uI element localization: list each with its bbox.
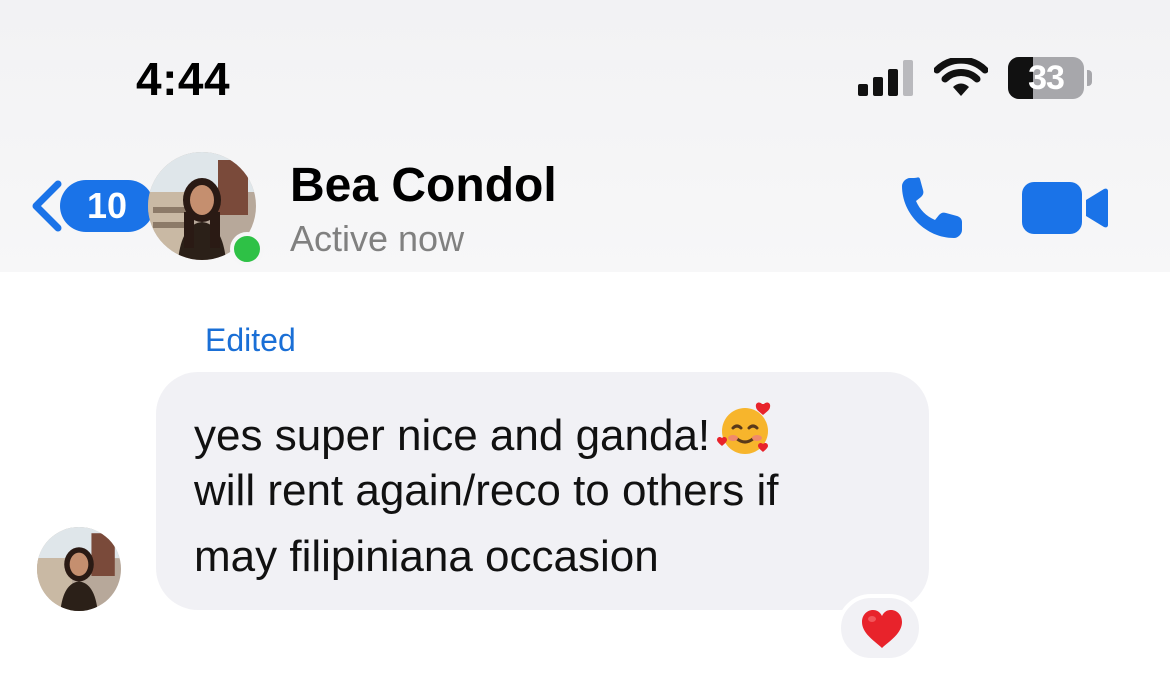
status-time: 4:44 xyxy=(136,53,231,105)
message-line-1-text: yes super nice and ganda! xyxy=(194,411,711,460)
battery-icon: 33 xyxy=(1008,57,1094,99)
sender-avatar[interactable] xyxy=(37,527,121,611)
online-status-dot xyxy=(230,232,264,266)
signal-icon xyxy=(858,60,913,96)
contact-status: Active now xyxy=(290,218,465,259)
message-bubble[interactable]: yes super nice and ganda! will rent agai… xyxy=(156,372,929,610)
edited-label: Edited xyxy=(205,322,296,358)
unread-count-badge: 10 xyxy=(60,180,154,232)
contact-avatar-button[interactable] xyxy=(148,152,264,266)
reaction-pill[interactable] xyxy=(837,594,923,662)
sender-avatar-photo xyxy=(37,527,121,611)
back-button[interactable]: 10 xyxy=(26,176,154,236)
contact-name[interactable]: Bea Condol xyxy=(290,158,557,213)
battery-body: 33 xyxy=(1008,57,1084,99)
smiling-face-with-hearts-icon xyxy=(717,402,771,454)
battery-percent: 33 xyxy=(1028,59,1065,97)
battery-cap xyxy=(1087,70,1092,86)
video-camera-icon[interactable] xyxy=(1022,178,1108,238)
wifi-icon xyxy=(934,58,988,96)
message-line-2: will rent again/reco to others if xyxy=(194,466,779,515)
phone-icon[interactable] xyxy=(896,172,968,244)
red-heart-icon xyxy=(862,610,902,648)
top-bar: 4:44 33 10 Bea Condol Active now xyxy=(0,0,1170,272)
message-line-3: may filipiniana occasion xyxy=(194,532,659,581)
message-line-1: yes super nice and ganda! xyxy=(194,400,774,461)
